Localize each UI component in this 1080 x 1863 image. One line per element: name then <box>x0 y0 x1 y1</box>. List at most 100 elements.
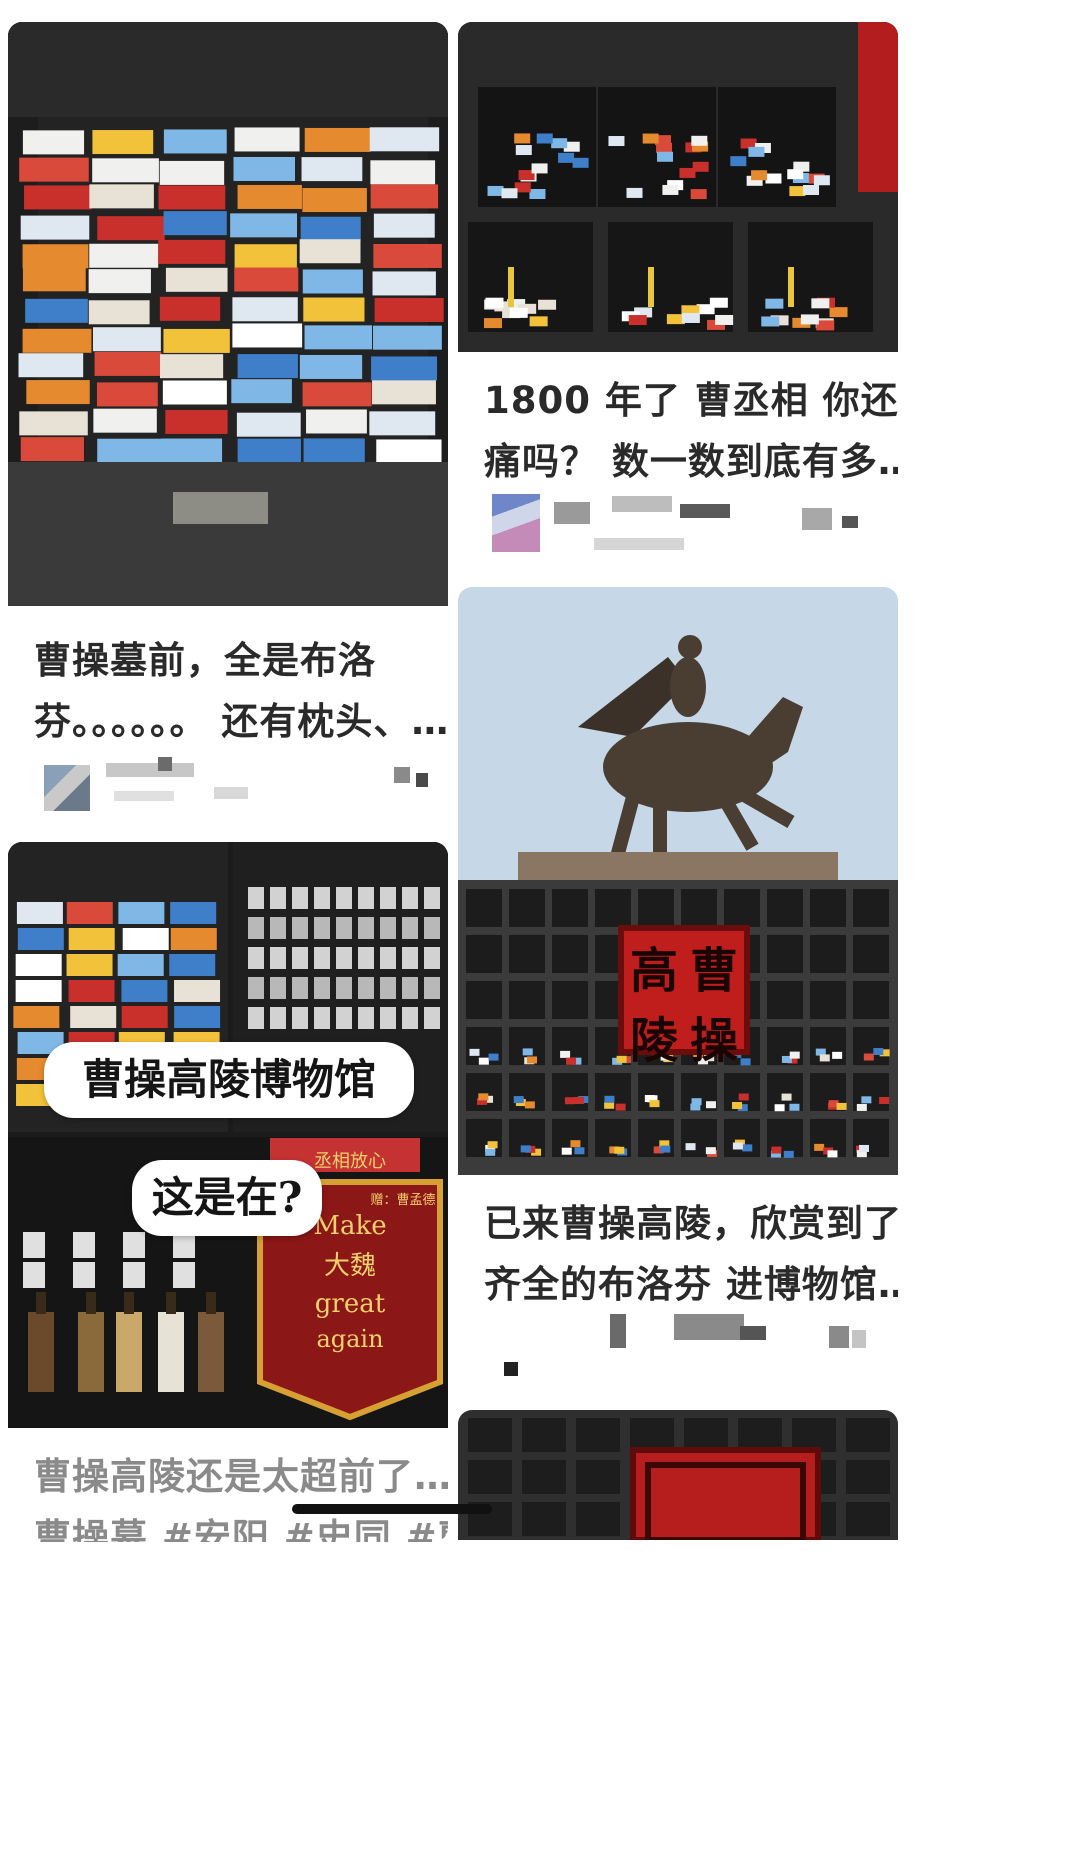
liquor-bottle <box>78 1312 104 1392</box>
medicine-box <box>513 1096 524 1104</box>
post-image-1[interactable] <box>8 22 448 606</box>
medicine-box <box>761 316 780 327</box>
avatar[interactable] <box>44 765 90 811</box>
framed-photo <box>123 1232 145 1258</box>
medicine-box <box>117 954 164 976</box>
post-card-4[interactable]: 高 曹 陵 操 已来曹操高陵，欣赏到了最 齐全的布洛芬 进博物馆… <box>458 587 898 1395</box>
medicine-box <box>748 146 765 157</box>
avatar[interactable] <box>504 1362 518 1376</box>
medicine-box <box>303 438 365 463</box>
medicine-box <box>17 928 64 950</box>
framed-photo <box>270 887 286 909</box>
medicine-box <box>66 954 113 976</box>
medicine-box <box>861 1096 872 1104</box>
medicine-box <box>92 130 154 155</box>
medicine-box <box>376 439 442 464</box>
seal-sign: 高 曹 陵 操 <box>618 925 750 1069</box>
author-row[interactable] <box>484 1314 878 1384</box>
medicine-box <box>165 409 228 434</box>
medicine-box <box>371 356 438 381</box>
medicine-box <box>803 184 820 195</box>
medicine-box <box>657 151 674 162</box>
post-image-3[interactable]: 丞相放心 Make 大魏 great again 赠：曹孟德 曹操高陵博物馆 这… <box>8 842 448 1428</box>
medicine-box <box>19 157 89 182</box>
medicine-box <box>94 351 162 376</box>
post-card-1[interactable]: 曹操墓前，全是布洛 芬。。。。。。 还有枕头、… <box>8 22 448 830</box>
medicine-box <box>527 1056 538 1064</box>
post-image-5[interactable] <box>458 1410 898 1540</box>
framed-photo <box>314 917 330 939</box>
medicine-box <box>159 296 221 321</box>
medicine-box <box>306 409 367 434</box>
medicine-box <box>628 315 647 326</box>
niche <box>853 935 889 973</box>
medicine-box <box>96 382 158 407</box>
niche <box>810 935 846 973</box>
medicine-box <box>19 411 88 436</box>
medicine-box <box>551 138 568 149</box>
medicine-box <box>789 1051 800 1059</box>
framed-photo <box>358 917 374 939</box>
medicine-box <box>604 1095 615 1103</box>
medicine-box <box>832 1051 843 1059</box>
liquor-bottle <box>198 1312 224 1392</box>
niche <box>466 1073 502 1111</box>
mosaic-block <box>158 757 172 771</box>
medicine-box <box>237 184 302 209</box>
framed-photo <box>336 887 352 909</box>
medicine-box <box>301 157 363 182</box>
niche <box>468 1460 512 1494</box>
medicine-box <box>730 156 747 167</box>
medicine-box <box>302 188 367 213</box>
medicine-box <box>20 215 90 240</box>
post-caption-line-2: 齐全的布洛芬 进博物馆… <box>484 1263 898 1306</box>
niche <box>552 1073 588 1111</box>
medicine-box <box>68 980 115 1002</box>
medicine-box <box>836 1102 847 1110</box>
framed-photo <box>314 887 330 909</box>
framed-photo <box>248 947 264 969</box>
pennant-side-note: 赠：曹孟德 <box>370 1193 435 1208</box>
post-card-3[interactable]: 丞相放心 Make 大魏 great again 赠：曹孟德 曹操高陵博物馆 这… <box>8 842 448 1542</box>
medicine-box <box>858 1144 869 1152</box>
medicine-box <box>706 1101 717 1109</box>
medicine-box <box>789 1103 800 1111</box>
medicine-box <box>514 133 531 144</box>
framed-photo <box>314 977 330 999</box>
medicine-box <box>501 188 518 199</box>
niche <box>576 1418 620 1452</box>
niche <box>509 935 545 973</box>
medicine-box <box>774 1104 785 1112</box>
medicine-box <box>483 318 502 329</box>
medicine-box <box>372 380 436 405</box>
mosaic-block <box>416 773 428 787</box>
post-image-4[interactable]: 高 曹 陵 操 <box>458 587 898 1175</box>
post-card-5[interactable] <box>458 1410 898 1540</box>
medicine-box <box>160 438 223 463</box>
medicine-box <box>827 1150 838 1158</box>
niche <box>853 981 889 1019</box>
medicine-box <box>97 216 165 241</box>
medicine-box <box>165 267 228 292</box>
medicine-box <box>487 185 504 196</box>
author-row[interactable] <box>484 490 878 560</box>
framed-photo <box>380 887 396 909</box>
medicine-box <box>22 130 85 155</box>
framed-photo <box>248 887 264 909</box>
framed-photo <box>270 947 286 969</box>
avatar[interactable] <box>492 494 540 552</box>
post-image-2[interactable] <box>458 22 898 352</box>
medicine-box <box>681 312 700 323</box>
niche <box>576 1502 620 1536</box>
home-indicator[interactable] <box>292 1504 492 1514</box>
framed-photo <box>336 947 352 969</box>
author-row[interactable] <box>34 757 428 827</box>
medicine-box <box>22 244 89 269</box>
post-card-2[interactable]: 1800 年了 曹丞相 你还头 痛吗？ 数一数到底有多… <box>458 22 898 567</box>
medicine-box <box>488 1053 499 1061</box>
medicine-box <box>299 239 361 264</box>
medicine-box <box>771 1146 782 1154</box>
like-count-mosaic <box>394 767 410 783</box>
medicine-box <box>660 1145 671 1153</box>
medicine-box <box>515 145 532 156</box>
